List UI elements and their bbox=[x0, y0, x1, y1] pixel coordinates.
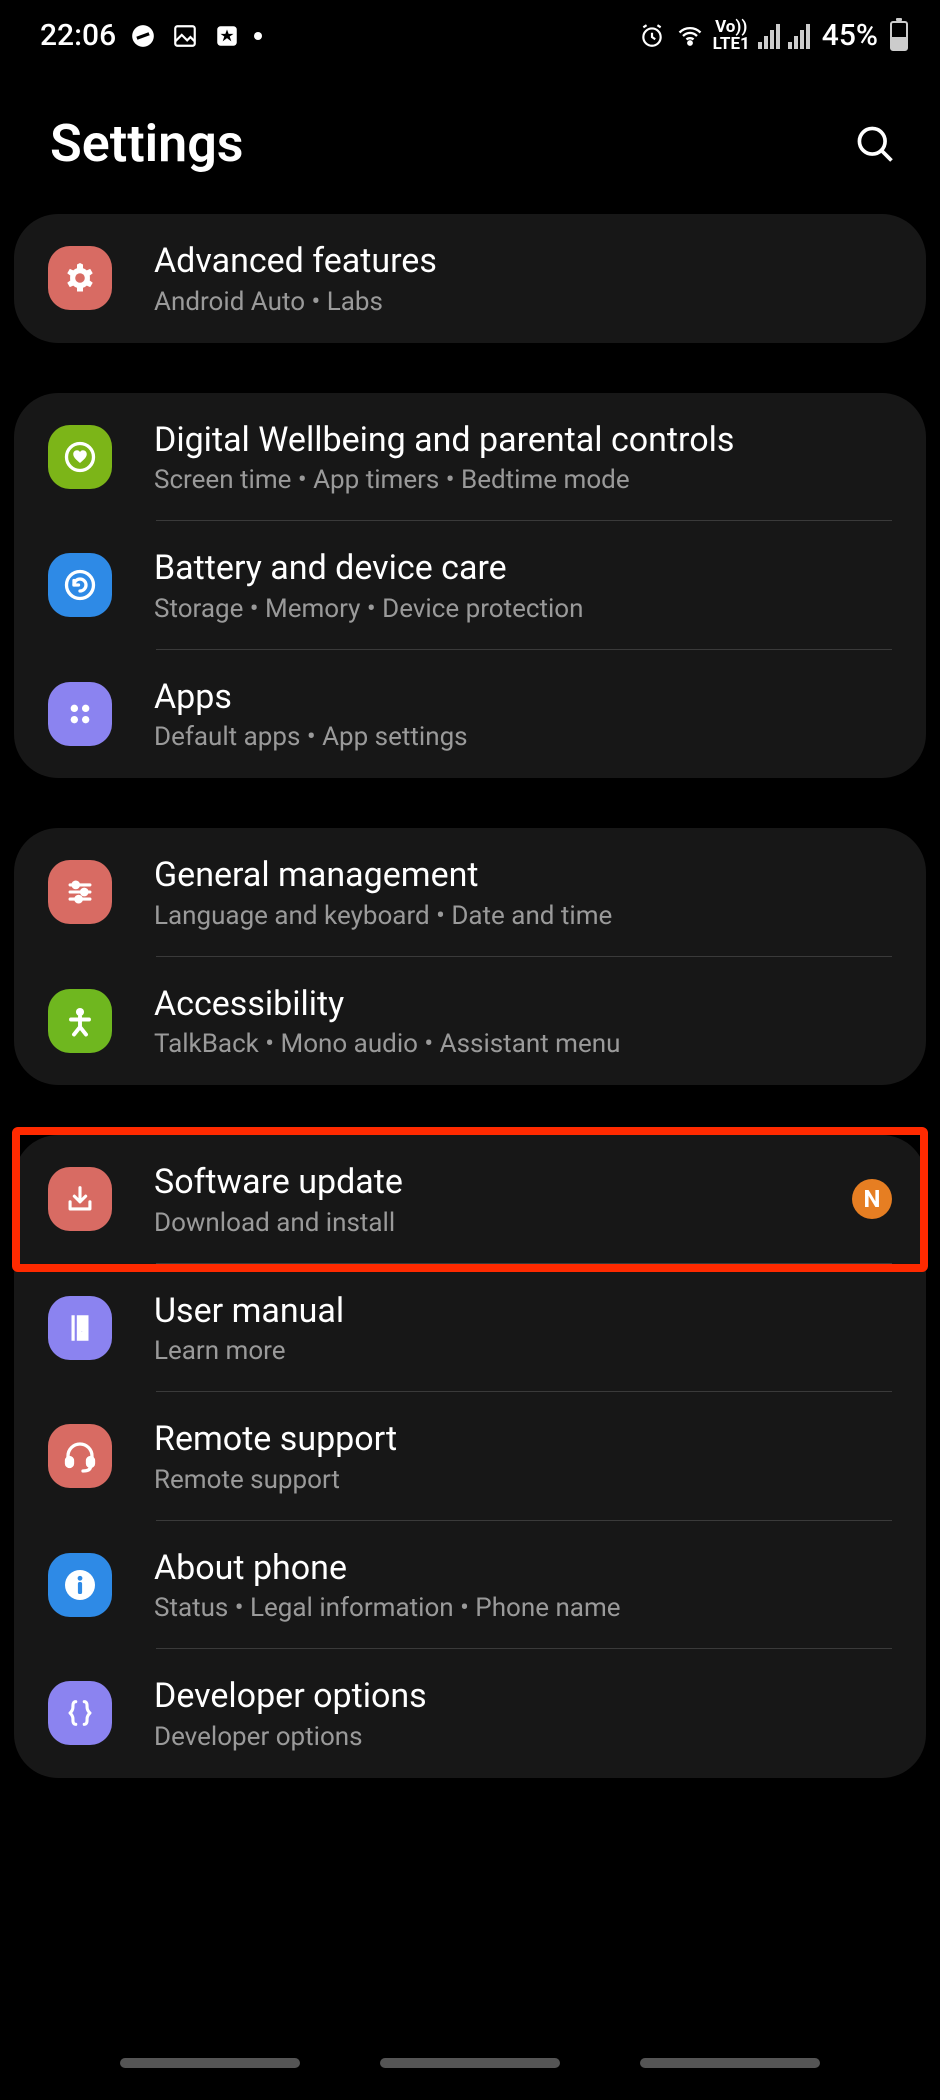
settings-row-accessibility[interactable]: AccessibilityTalkBack • Mono audio • Ass… bbox=[14, 957, 926, 1086]
row-title: Software update bbox=[154, 1161, 832, 1204]
nav-recents[interactable] bbox=[120, 2058, 300, 2068]
row-subtitle: Remote support bbox=[154, 1465, 892, 1495]
book-question-icon: ? bbox=[48, 1296, 112, 1360]
row-subtitle: TalkBack • Mono audio • Assistant menu bbox=[154, 1029, 892, 1059]
nav-bar bbox=[0, 2040, 940, 2100]
row-subtitle: Language and keyboard • Date and time bbox=[154, 901, 892, 931]
row-labels: Battery and device care Storage • Memory … bbox=[154, 547, 892, 624]
settings-group: Digital Wellbeing and parental controlsS… bbox=[14, 393, 926, 779]
row-subtitle: Learn more bbox=[154, 1336, 892, 1366]
alarm-icon bbox=[637, 21, 667, 51]
settings-row-advanced-features[interactable]: Advanced features Android Auto • Labs bbox=[14, 214, 926, 343]
row-labels: Advanced features Android Auto • Labs bbox=[154, 240, 892, 317]
settings-row-about-phone[interactable]: About phoneStatus • Legal information • … bbox=[14, 1521, 926, 1650]
row-subtitle: Default apps • App settings bbox=[154, 722, 892, 752]
row-subtitle: Android Auto • Labs bbox=[154, 287, 892, 317]
signal-bars-2-icon bbox=[788, 23, 810, 49]
row-title: General management bbox=[154, 854, 892, 897]
notification-badge: N bbox=[852, 1179, 892, 1219]
header: Settings bbox=[0, 63, 940, 214]
svg-text:?: ? bbox=[78, 1318, 86, 1336]
volte-indicator: Vo)) LTE1 bbox=[713, 19, 750, 53]
settings-row-general-management[interactable]: General management Language and keyboard … bbox=[14, 828, 926, 957]
row-title: About phone bbox=[154, 1547, 892, 1590]
row-labels: Digital Wellbeing and parental controlsS… bbox=[154, 419, 892, 496]
row-labels: General management Language and keyboard … bbox=[154, 854, 892, 931]
row-subtitle: Developer options bbox=[154, 1722, 892, 1752]
person-icon bbox=[48, 989, 112, 1053]
settings-row-apps[interactable]: AppsDefault apps • App settings bbox=[14, 650, 926, 779]
row-subtitle: Status • Legal information • Phone name bbox=[154, 1593, 892, 1623]
row-title: Apps bbox=[154, 676, 892, 719]
row-title: Advanced features bbox=[154, 240, 892, 283]
row-labels: About phoneStatus • Legal information • … bbox=[154, 1547, 892, 1624]
four-dots-icon bbox=[48, 682, 112, 746]
battery-percentage: 45% bbox=[822, 18, 878, 53]
braces-icon bbox=[48, 1681, 112, 1745]
row-title: Battery and device care bbox=[154, 547, 892, 590]
sliders-icon bbox=[48, 860, 112, 924]
heart-ring-icon bbox=[48, 425, 112, 489]
settings-row-remote-support[interactable]: Remote support Remote support bbox=[14, 1392, 926, 1521]
settings-row-user-manual[interactable]: ? User manualLearn more bbox=[14, 1264, 926, 1393]
page-title: Settings bbox=[50, 113, 244, 174]
dnd-icon bbox=[128, 21, 158, 51]
download-arrow-icon bbox=[48, 1167, 112, 1231]
gear-plus-icon bbox=[48, 246, 112, 310]
nav-home[interactable] bbox=[380, 2058, 560, 2068]
nav-back[interactable] bbox=[640, 2058, 820, 2068]
volte-line1: Vo)) bbox=[713, 19, 750, 36]
volte-line2: LTE1 bbox=[713, 36, 750, 53]
row-subtitle: Screen time • App timers • Bedtime mode bbox=[154, 465, 892, 495]
app-icon bbox=[212, 21, 242, 51]
battery-icon bbox=[890, 21, 908, 51]
row-title: Remote support bbox=[154, 1418, 892, 1461]
status-right: Vo)) LTE1 45% bbox=[637, 18, 908, 53]
more-notifications-dot bbox=[254, 32, 262, 40]
row-subtitle: Storage • Memory • Device protection bbox=[154, 594, 892, 624]
row-labels: AppsDefault apps • App settings bbox=[154, 676, 892, 753]
row-title: Accessibility bbox=[154, 983, 892, 1026]
row-title: Digital Wellbeing and parental controls bbox=[154, 419, 892, 462]
gallery-icon bbox=[170, 21, 200, 51]
search-button[interactable] bbox=[850, 119, 900, 169]
row-labels: Developer options Developer options bbox=[154, 1675, 892, 1752]
wifi-icon bbox=[675, 21, 705, 51]
row-labels: AccessibilityTalkBack • Mono audio • Ass… bbox=[154, 983, 892, 1060]
status-bar: 22:06 Vo)) LTE1 45% bbox=[0, 0, 940, 63]
settings-group: Software update Download and install N? Use… bbox=[14, 1135, 926, 1778]
row-subtitle: Download and install bbox=[154, 1208, 832, 1238]
status-time: 22:06 bbox=[40, 18, 116, 53]
row-title: User manual bbox=[154, 1290, 892, 1333]
headset-icon bbox=[48, 1424, 112, 1488]
row-title: Developer options bbox=[154, 1675, 892, 1718]
row-labels: Software update Download and install bbox=[154, 1161, 832, 1238]
row-labels: Remote support Remote support bbox=[154, 1418, 892, 1495]
settings-group: Advanced features Android Auto • Labs bbox=[14, 214, 926, 343]
settings-row-battery-care[interactable]: Battery and device care Storage • Memory … bbox=[14, 521, 926, 650]
settings-row-software-update[interactable]: Software update Download and install N bbox=[14, 1135, 926, 1264]
signal-bars-1-icon bbox=[758, 23, 780, 49]
settings-row-developer-options[interactable]: Developer options Developer options bbox=[14, 1649, 926, 1778]
status-left: 22:06 bbox=[40, 18, 262, 53]
settings-group: General management Language and keyboard … bbox=[14, 828, 926, 1085]
row-labels: User manualLearn more bbox=[154, 1290, 892, 1367]
refresh-ring-icon bbox=[48, 553, 112, 617]
settings-row-digital-wellbeing[interactable]: Digital Wellbeing and parental controlsS… bbox=[14, 393, 926, 522]
info-icon bbox=[48, 1553, 112, 1617]
